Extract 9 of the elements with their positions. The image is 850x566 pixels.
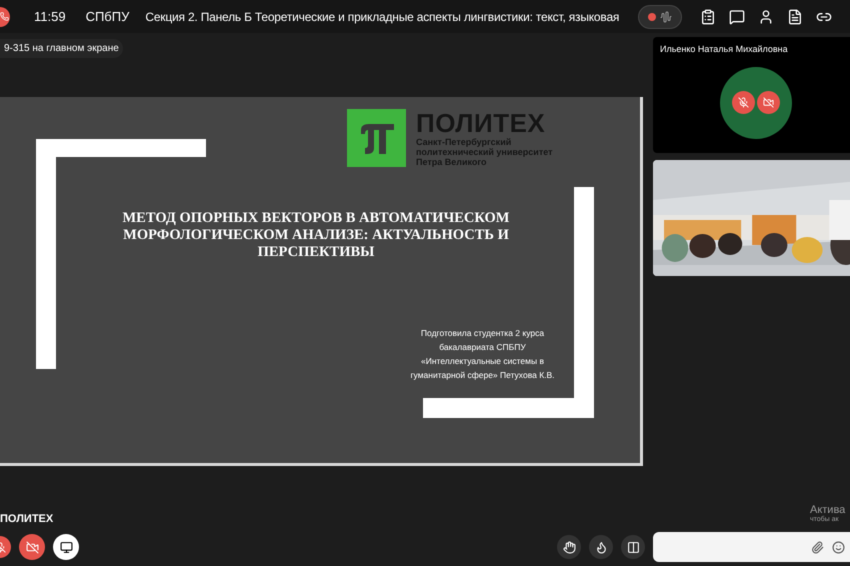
slide-title: МЕТОД ОПОРНЫХ ВЕКТОРОВ В АВТОМАТИЧЕСКОМ МОРФОЛОГИЧЕСКОМ АНАЛИЗЕ: АКТУАЛЬНОСТЬ И ПЕРСПЕКТИВЫ: [121, 210, 510, 261]
organization-name: СПбПУ: [86, 8, 130, 26]
participant-name: Ильенко Наталья Михайловна: [660, 43, 789, 56]
slide-author: Подготовила студентка 2 курса бакалавриата СПБПУ «Интеллектуальные системы в гуманитарной сфере» Петухова К.В.: [409, 327, 556, 382]
meeting-title: Секция 2. Панель Б Теоретические и прикладные аспекты лингвистики: текст, языковая: [145, 8, 620, 26]
clock: 11:59: [34, 8, 66, 26]
room-name: ПОЛИТЕХ: [0, 512, 54, 526]
screen-share-label: 9-315 на главном экране: [0, 38, 123, 58]
activation-notice: Актива: [810, 504, 846, 516]
